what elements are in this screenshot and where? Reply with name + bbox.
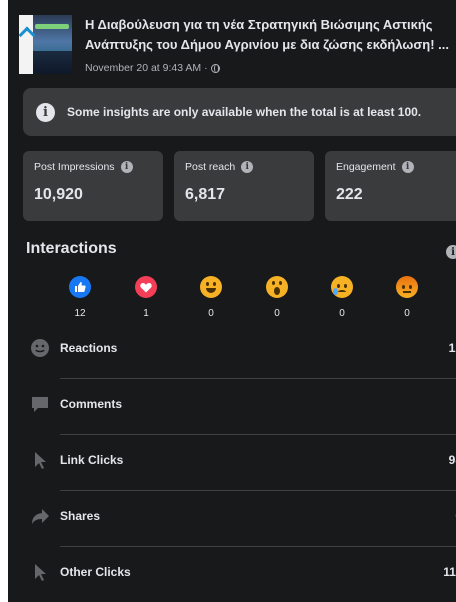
metric-label: Link Clicks — [60, 453, 124, 467]
reaction-count: 0 — [339, 308, 345, 319]
reaction-like: 12 — [69, 276, 93, 319]
notice-text: Some insights are only available when th… — [67, 105, 422, 119]
metric-row-shares[interactable]: Shares 0 — [8, 491, 456, 547]
wow-icon — [266, 276, 288, 298]
post-title[interactable]: Η Διαβούλευση για τη νέα Στρατηγική Βιώσ… — [85, 15, 456, 55]
stat-label: Engagement — [336, 161, 396, 173]
cursor-icon — [35, 564, 46, 581]
reaction-wow: 0 — [266, 276, 290, 319]
reaction-count: 0 — [274, 308, 280, 319]
post-thumbnail[interactable] — [19, 15, 72, 74]
stat-label: Post Impressions — [34, 161, 115, 173]
insights-notice-banner: i Some insights are only available when … — [23, 88, 456, 136]
stat-card-engagement: Engagement i 222 — [325, 151, 456, 221]
stat-card-post-reach: Post reach i 6,817 — [174, 151, 314, 221]
reaction-sad: 0 — [331, 276, 355, 319]
metric-row-reactions[interactable]: Reactions 12 — [8, 323, 456, 379]
metric-label: Other Clicks — [60, 565, 131, 579]
insights-panel: Η Διαβούλευση για τη νέα Στρατηγική Βιώσ… — [8, 0, 456, 602]
info-icon[interactable]: i — [446, 245, 456, 259]
info-icon[interactable]: i — [241, 161, 254, 173]
reaction-count: 0 — [404, 308, 410, 319]
sad-icon — [331, 276, 353, 298]
globe-icon — [210, 63, 220, 73]
reaction-count: 1 — [143, 308, 149, 319]
post-header[interactable]: Η Διαβούλευση για τη νέα Στρατηγική Βιώσ… — [19, 15, 456, 77]
reaction-haha: 0 — [200, 276, 224, 319]
metric-label: Reactions — [60, 341, 118, 355]
cursor-icon — [35, 452, 46, 469]
stat-card-post-impressions: Post Impressions i 10,920 — [23, 151, 163, 221]
metric-row-comments[interactable]: Comments 1 — [8, 379, 456, 435]
haha-icon — [200, 276, 222, 298]
post-date[interactable]: November 20 at 9:43 AM · — [85, 62, 208, 74]
metric-label: Comments — [60, 397, 123, 411]
metric-value: 111 — [443, 565, 456, 579]
interactions-heading: Interactions — [26, 240, 117, 257]
info-icon[interactable]: i — [401, 161, 414, 173]
stat-value: 6,817 — [185, 186, 226, 203]
heart-icon — [135, 276, 157, 298]
comment-icon — [32, 397, 48, 412]
reaction-love: 1 — [135, 276, 159, 319]
reaction-count: 0 — [208, 308, 214, 319]
metric-label: Shares — [60, 509, 101, 523]
smile-icon — [31, 339, 49, 357]
stat-value: 222 — [336, 186, 363, 203]
stat-value: 10,920 — [34, 186, 83, 203]
info-icon[interactable]: i — [120, 161, 133, 173]
angry-icon — [396, 276, 418, 298]
post-meta: November 20 at 9:43 AM · — [85, 62, 220, 74]
metric-value: 98 — [448, 453, 456, 467]
like-icon — [69, 276, 91, 298]
share-icon — [32, 509, 49, 524]
metric-value: 12 — [448, 341, 456, 355]
metric-row-link-clicks[interactable]: Link Clicks 98 — [8, 435, 456, 491]
info-icon: i — [36, 102, 55, 122]
reaction-angry: 0 — [396, 276, 420, 319]
metric-row-other-clicks[interactable]: Other Clicks 111 — [8, 547, 456, 602]
reaction-count: 12 — [74, 308, 86, 319]
stat-label: Post reach — [185, 161, 236, 173]
